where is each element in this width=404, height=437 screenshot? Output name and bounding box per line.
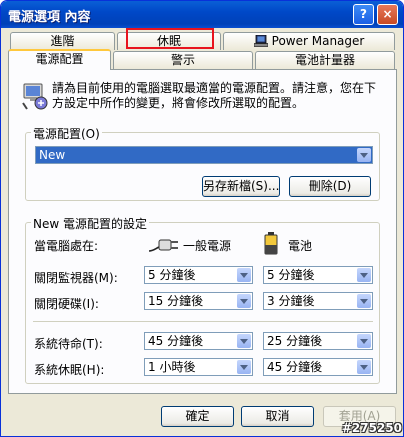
standby-ac-value: 45 分鐘後 — [148, 334, 204, 348]
chevron-down-icon[interactable] — [357, 334, 371, 348]
chevron-down-icon[interactable] — [357, 148, 371, 162]
power-scheme-group-label: 電源配置(O) — [31, 125, 102, 142]
battery-icon — [264, 231, 278, 258]
monitor-off-battery-value: 5 分鐘後 — [267, 268, 315, 282]
hard-disk-off-battery-value: 3 分鐘後 — [267, 294, 315, 308]
standby-battery-select[interactable]: 25 分鐘後 — [263, 332, 373, 350]
power-options-window: 電源選項 內容 ? × 進階 休眠 Power Manager 電源配置 警示 … — [0, 0, 404, 437]
hibernate-label: 系統休眠(H): — [34, 363, 105, 377]
watermark: #275250 — [341, 421, 402, 435]
chevron-down-icon[interactable] — [237, 334, 251, 348]
scheme-description: 請為目前使用的電腦選取最適當的電源配置。請注意，您在下方設定中所作的變更，將會修… — [52, 81, 377, 110]
hibernate-ac-select[interactable]: 1 小時後 — [144, 358, 253, 376]
battery-label: 電池 — [288, 239, 313, 253]
hibernate-battery-value: 45 分鐘後 — [267, 360, 323, 374]
help-icon: ? — [360, 7, 367, 21]
chevron-down-icon[interactable] — [237, 360, 251, 374]
hibernate-battery-select[interactable]: 45 分鐘後 — [263, 358, 373, 376]
chevron-down-icon[interactable] — [357, 294, 371, 308]
save-as-button[interactable]: 另存新檔(S)... — [202, 176, 280, 197]
tab-advanced-label: 進階 — [50, 34, 75, 48]
window-title: 電源選項 內容 — [8, 10, 91, 25]
hard-disk-off-ac-value: 15 分鐘後 — [148, 294, 204, 308]
close-icon: × — [382, 7, 393, 21]
tab-power-manager[interactable]: Power Manager — [223, 32, 395, 50]
help-button[interactable]: ? — [353, 4, 374, 25]
delete-button[interactable]: 刪除(D) — [289, 176, 371, 197]
tab-power-meter-label: 電池計量器 — [294, 53, 355, 67]
hibernate-tab-highlight — [126, 28, 214, 49]
power-scheme-icon — [21, 81, 49, 114]
tab-advanced[interactable]: 進階 — [10, 32, 115, 50]
chevron-down-icon[interactable] — [237, 294, 251, 308]
tab-power-meter[interactable]: 電池計量器 — [255, 51, 395, 69]
monitor-off-battery-select[interactable]: 5 分鐘後 — [263, 266, 373, 284]
monitor-off-ac-select[interactable]: 5 分鐘後 — [144, 266, 253, 284]
laptop-icon — [253, 34, 268, 52]
power-scheme-value: New — [39, 148, 66, 162]
close-button[interactable]: × — [377, 4, 398, 25]
power-scheme-select[interactable]: New — [35, 146, 373, 164]
settings-divider — [33, 321, 373, 322]
tab-power-schemes-label: 電源配置 — [35, 52, 84, 66]
ok-button[interactable]: 確定 — [161, 406, 234, 427]
when-computer-label: 當電腦處在: — [34, 239, 99, 253]
ac-plug-icon — [147, 231, 181, 260]
title-bar[interactable]: 電源選項 內容 ? × — [1, 1, 403, 28]
hard-disk-off-label: 關閉硬碟(I): — [34, 297, 99, 311]
ac-power-label: 一般電源 — [183, 239, 232, 253]
tab-power-schemes[interactable]: 電源配置 — [8, 49, 111, 70]
monitor-off-label: 關閉監視器(M): — [34, 271, 118, 285]
chevron-down-icon[interactable] — [357, 360, 371, 374]
tab-alarms-label: 警示 — [170, 53, 195, 67]
monitor-off-ac-value: 5 分鐘後 — [148, 268, 196, 282]
chevron-down-icon[interactable] — [237, 268, 251, 282]
hard-disk-off-ac-select[interactable]: 15 分鐘後 — [144, 292, 253, 310]
standby-battery-value: 25 分鐘後 — [267, 334, 323, 348]
tab-alarms[interactable]: 警示 — [113, 51, 253, 69]
tab-power-manager-label: Power Manager — [271, 34, 365, 48]
cancel-button[interactable]: 取消 — [241, 406, 314, 427]
settings-group-label: New 電源配置的設定 — [31, 215, 149, 232]
hibernate-ac-value: 1 小時後 — [148, 360, 196, 374]
chevron-down-icon[interactable] — [357, 268, 371, 282]
standby-label: 系統待命(T): — [34, 337, 103, 351]
standby-ac-select[interactable]: 45 分鐘後 — [144, 332, 253, 350]
hard-disk-off-battery-select[interactable]: 3 分鐘後 — [263, 292, 373, 310]
